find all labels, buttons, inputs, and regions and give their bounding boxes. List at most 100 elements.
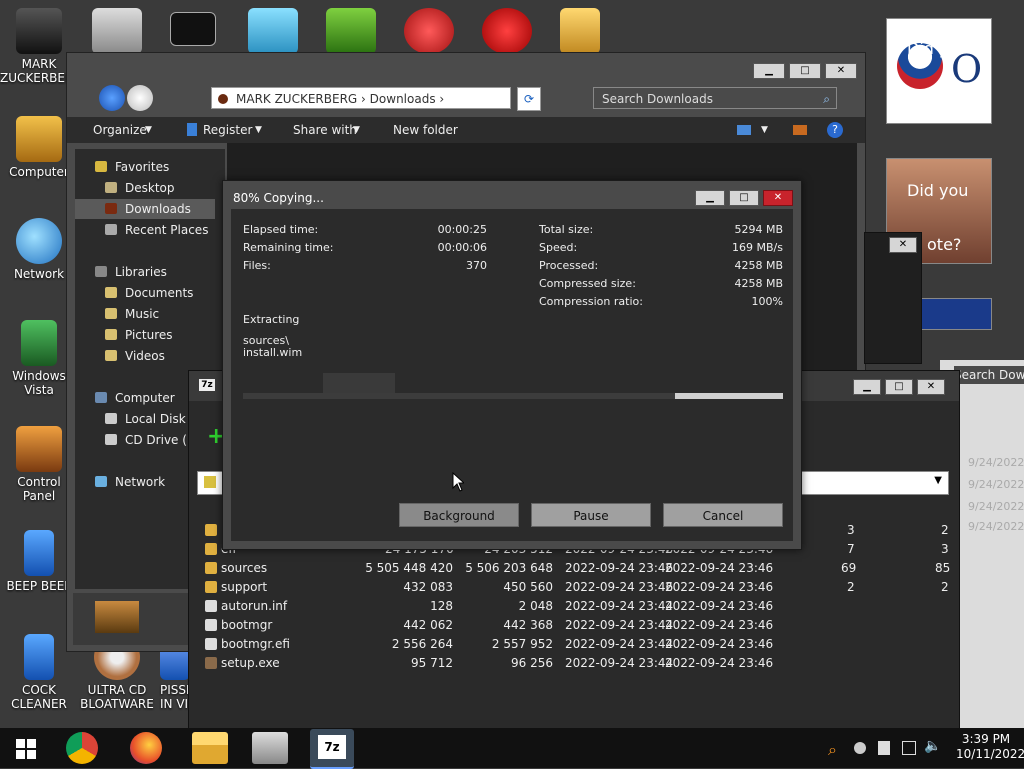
tray-icon[interactable] (854, 742, 866, 754)
row-created: 2022-09-24 23:46 (665, 637, 774, 651)
volume-icon[interactable]: 🔈 (924, 738, 941, 754)
pause-button[interactable]: Pause (531, 503, 651, 527)
table-row[interactable]: setup.exe 95 712 96 256 2022-09-24 23:44… (205, 654, 945, 673)
nav-label: Pictures (125, 328, 173, 342)
new-folder-button[interactable]: New folder (393, 123, 458, 137)
top-icon-notes[interactable] (92, 8, 142, 54)
breadcrumb-user[interactable]: MARK ZUCKERBERG (236, 92, 357, 106)
desktop-icon-label: ULTRA CD BLOATWARE (80, 683, 154, 711)
row-files: 85 (935, 561, 951, 575)
table-row[interactable]: autorun.inf 128 2 048 2022-09-24 23:44 2… (205, 597, 945, 616)
close-button[interactable]: ✕ (889, 237, 917, 253)
nav-label: Network (115, 475, 166, 489)
obama-thumbnail[interactable]: Did yo O (886, 18, 992, 124)
top-icon-game[interactable] (326, 8, 376, 54)
network-tray-icon[interactable] (902, 741, 916, 755)
nav-downloads[interactable]: Downloads (75, 199, 215, 219)
cancel-button[interactable]: Cancel (663, 503, 783, 527)
table-row[interactable]: bootmgr.efi 2 556 264 2 557 952 2022-09-… (205, 635, 945, 654)
minimize-button[interactable]: ▁ (695, 190, 725, 206)
remaining-value: 00:00:06 (437, 241, 487, 254)
file-icon (205, 638, 217, 650)
row-created: 2022-09-24 23:46 (665, 618, 774, 632)
chevron-down-icon[interactable]: ▼ (934, 475, 942, 486)
close-button[interactable]: ✕ (763, 190, 793, 206)
background-button[interactable]: Background (399, 503, 519, 527)
row-files: 3 (941, 542, 949, 556)
help-icon[interactable]: ? (827, 122, 843, 138)
nav-label: Recent Places (125, 223, 209, 237)
back-button[interactable] (99, 85, 125, 111)
top-icon-paint[interactable] (404, 8, 454, 54)
maximize-button[interactable]: □ (729, 190, 759, 206)
close-button[interactable]: ✕ (825, 63, 857, 79)
nav-documents[interactable]: Documents (105, 283, 193, 303)
clock[interactable]: 3:39 PM 10/11/2022 (956, 732, 1024, 762)
search-input[interactable]: Search Downloads ⌕ (593, 87, 837, 109)
nav-music[interactable]: Music (105, 304, 159, 324)
top-icon-folder[interactable] (560, 8, 600, 54)
nav-favorites[interactable]: Favorites (95, 157, 169, 177)
register-button[interactable]: Register (203, 123, 252, 137)
network-icon (95, 476, 107, 487)
recycle-bin-icon (21, 320, 57, 366)
close-button[interactable]: ✕ (917, 379, 945, 395)
progress-bar (243, 393, 783, 399)
top-icon-devcpp[interactable] (482, 8, 532, 54)
row-folders: 2 (847, 580, 855, 594)
nav-computer[interactable]: Computer (95, 388, 175, 408)
register-icon (187, 123, 197, 136)
chrome-icon[interactable] (66, 732, 98, 764)
minimize-button[interactable]: ▁ (753, 63, 785, 79)
forward-button[interactable] (127, 85, 153, 111)
table-row[interactable]: sources 5 505 448 420 5 506 203 648 2022… (205, 559, 950, 578)
table-row[interactable]: bootmgr 442 062 442 368 2022-09-24 23:44… (205, 616, 945, 635)
files-row: Files: 370 (243, 257, 487, 275)
firefox-icon[interactable] (130, 732, 162, 764)
nav-label: Favorites (115, 160, 170, 174)
preview-pane-icon[interactable] (793, 125, 807, 135)
maximize-button[interactable]: □ (885, 379, 913, 395)
view-icon[interactable] (737, 125, 751, 135)
minimize-button[interactable]: ▁ (853, 379, 881, 395)
top-icon-cmd[interactable] (170, 12, 216, 46)
organize-button[interactable]: Organize (93, 123, 147, 137)
search-icon[interactable]: ⌕ (828, 740, 837, 760)
computer-taskbar-icon[interactable] (252, 732, 288, 764)
pictures-icon (105, 329, 117, 340)
window-controls: ▁ □ ✕ (753, 63, 857, 79)
nav-videos[interactable]: Videos (105, 346, 165, 366)
7zip-taskbar-icon[interactable]: 7z (310, 729, 354, 769)
flag-icon[interactable] (878, 741, 890, 755)
nav-cd-drive[interactable]: CD Drive (E: (105, 430, 199, 450)
nav-libraries[interactable]: Libraries (95, 262, 167, 282)
maximize-button[interactable]: □ (789, 63, 821, 79)
processed-row: Processed: 4258 MB (539, 257, 783, 275)
share-with-button[interactable]: Share with (293, 123, 357, 137)
file-explorer-icon[interactable] (192, 732, 228, 764)
nav-desktop[interactable]: Desktop (105, 178, 175, 198)
refresh-icon[interactable]: ⟳ (517, 87, 541, 111)
top-icon-app[interactable] (248, 8, 298, 54)
row-size: 442 062 (403, 618, 453, 632)
nav-pictures[interactable]: Pictures (105, 325, 173, 345)
row-packed: 442 368 (503, 618, 553, 632)
folder-up-icon[interactable] (204, 476, 216, 488)
compressed-size-row: Compressed size: 4258 MB (539, 275, 783, 293)
progress-fill (243, 393, 675, 399)
recent-icon (105, 224, 117, 235)
address-bar[interactable]: MARK ZUCKERBERG › Downloads › (211, 87, 511, 109)
row-modified: 2022-09-24 23:44 (565, 656, 674, 670)
table-row[interactable]: support 432 083 450 560 2022-09-24 23:46… (205, 578, 949, 597)
add-icon[interactable]: + (207, 426, 225, 448)
copy-progress-dialog[interactable]: 80% Copying... ▁ □ ✕ Elapsed time: 00:00… (222, 180, 802, 550)
side-search-input[interactable]: Search Down (954, 366, 1024, 384)
row-created: 2022-09-24 23:46 (665, 656, 774, 670)
breadcrumb-downloads[interactable]: Downloads (370, 92, 436, 106)
nav-network[interactable]: Network (95, 472, 165, 492)
nav-recent[interactable]: Recent Places (105, 220, 208, 240)
windows-start-icon[interactable] (16, 739, 36, 759)
background-window[interactable]: ✕ (864, 232, 922, 364)
current-file: install.wim (243, 346, 303, 359)
row-name: support (221, 580, 268, 594)
